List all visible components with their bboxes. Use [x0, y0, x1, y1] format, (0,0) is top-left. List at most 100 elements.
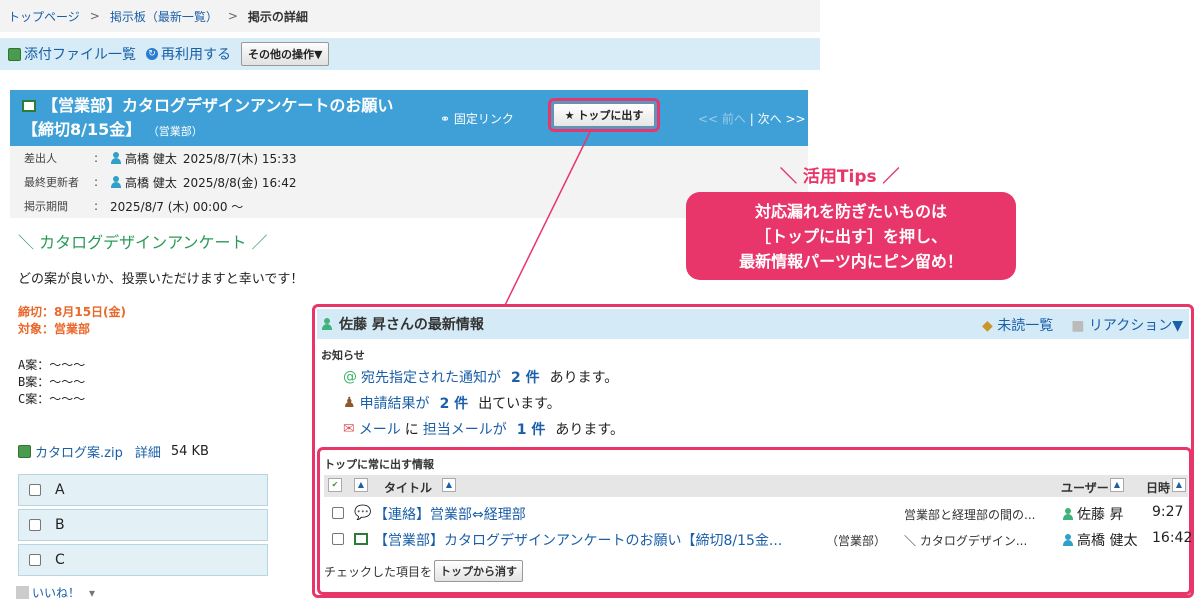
reuse-icon: ↻: [146, 48, 158, 60]
mail-link[interactable]: メール: [359, 419, 401, 439]
breadcrumb-top-link[interactable]: トップページ: [8, 8, 80, 25]
like-label: いいね！: [32, 586, 81, 600]
sort-user-button[interactable]: ▲: [1110, 478, 1124, 492]
attachment-link[interactable]: カタログ案.zip: [35, 442, 123, 461]
row-user[interactable]: 高橋 健太: [1062, 530, 1137, 550]
vote-checkbox[interactable]: [29, 519, 41, 531]
chat-icon: 💬: [354, 505, 372, 521]
unread-label: 未読一覧: [997, 318, 1054, 334]
reaction-link[interactable]: ■ リアクション▼: [1071, 315, 1183, 335]
mention-icon: @: [343, 369, 357, 385]
notice-tail: あります。: [549, 370, 619, 386]
table-row[interactable]: 【営業部】カタログデザインアンケートのお願い【締切8/15金... （営業部） …: [324, 526, 1192, 552]
bulletin-icon: [22, 100, 36, 112]
chevron-down-icon: ▾: [89, 585, 96, 600]
sender-user[interactable]: 高橋 健太: [110, 150, 177, 167]
attachment-detail-link[interactable]: 詳細: [135, 442, 161, 461]
attachments-link[interactable]: 添付ファイル一覧: [8, 44, 136, 64]
pinned-table-header: ✔ ▲ タイトル ▲ ユーザー ▲ 日時 ▲: [324, 475, 1188, 497]
nav-divider: |: [749, 112, 758, 126]
stamp-icon: ♟: [343, 395, 356, 411]
mention-notice-link[interactable]: 宛先指定された通知が: [361, 367, 501, 387]
remove-row: チェックした項目を トップから消す: [324, 560, 524, 582]
next-link[interactable]: 次へ >>: [758, 112, 806, 126]
breadcrumb-board-link[interactable]: 掲示板（最新一覧）: [110, 8, 218, 25]
plans-block: A案：〜〜〜 B案：〜〜〜 C案：〜〜〜: [18, 357, 85, 408]
user-icon: [110, 176, 122, 188]
deadline-block: 締切：8月15日(金) 対象：営業部: [18, 304, 126, 338]
prev-link[interactable]: << 前へ: [698, 112, 746, 126]
updater-name: 高橋 健太: [125, 175, 177, 190]
breadcrumb-separator: >: [227, 9, 238, 23]
unread-list-link[interactable]: ◆ 未読一覧: [982, 315, 1053, 335]
assigned-mail-link[interactable]: 担当メールが: [423, 419, 507, 439]
prev-next-nav: << 前へ | 次へ >>: [698, 110, 806, 127]
other-operations-button[interactable]: その他の操作▼: [241, 42, 330, 66]
row-time: 16:42: [1152, 530, 1193, 546]
vote-option[interactable]: B: [18, 509, 268, 541]
breadcrumb: トップページ > 掲示板（最新一覧） > 掲示の詳細: [0, 0, 820, 32]
row-user-name: 佐藤 昇: [1077, 507, 1124, 523]
vote-option[interactable]: A: [18, 474, 268, 506]
sort-time-button[interactable]: ▲: [1172, 478, 1186, 492]
tips-line: ［トップに出す］を押し、: [754, 227, 947, 246]
post-title-text: 【営業部】カタログデザインアンケートのお願い【締切8/15金】: [22, 96, 394, 139]
vote-option[interactable]: C: [18, 544, 268, 576]
row-checkbox[interactable]: [332, 507, 344, 519]
notice-row: ♟ 申請結果が 2 件 出ています。: [343, 393, 561, 413]
request-result-link[interactable]: 申請結果が: [360, 393, 430, 413]
plan-a: A案：〜〜〜: [18, 358, 86, 372]
col-time: 日時: [1146, 481, 1171, 495]
table-row[interactable]: 💬 【連絡】営業部⇔経理部 営業部と経理部の間の... 佐藤 昇 9:27: [324, 500, 1188, 526]
vote-checkbox[interactable]: [29, 554, 41, 566]
notice-tail: あります。: [555, 422, 624, 438]
notice-connector: に: [404, 422, 419, 438]
updated-at: 2025/8/8(金) 16:42: [182, 175, 297, 190]
reuse-link[interactable]: ↻ 再利用する: [146, 44, 231, 64]
sent-at: 2025/8/7(木) 15:33: [182, 151, 297, 166]
star-icon: ★: [564, 108, 575, 122]
pin-to-top-label: トップに出す: [577, 109, 644, 122]
row-summary: 営業部と経理部の間の...: [904, 508, 1036, 522]
updater-row: 最終更新者 : 高橋 健太 2025/8/8(金) 16:42: [10, 170, 808, 194]
row-title[interactable]: 【営業部】カタログデザインアンケートのお願い【締切8/15金...: [374, 530, 782, 550]
like-icon: [16, 586, 29, 599]
reaction-label: リアクション▼: [1088, 318, 1183, 334]
colon: :: [94, 199, 99, 213]
row-title[interactable]: 【連絡】営業部⇔経理部: [374, 504, 526, 524]
link-icon: ⚭: [440, 112, 451, 126]
period-value: 2025/8/7 (木) 00:00 〜: [110, 199, 244, 214]
sort-title-button[interactable]: ▲: [442, 478, 456, 492]
attachment-row: カタログ案.zip 詳細 54 KB: [18, 442, 209, 461]
row-title-link[interactable]: 【営業部】カタログデザインアンケートのお願い【締切8/15金...: [374, 533, 782, 549]
row-checkbox[interactable]: [332, 533, 344, 545]
updater-user[interactable]: 高橋 健太: [110, 174, 177, 191]
user-icon: [110, 152, 122, 164]
panel-header: 佐藤 昇さんの最新情報 ◆ 未読一覧 ■ リアクション▼: [317, 309, 1189, 339]
tips-bubble: 対応漏れを防ぎたいものは ［トップに出す］を押し、 最新情報パーツ内にピン留め！: [686, 192, 1016, 280]
tips-line: 最新情報パーツ内にピン留め！: [739, 252, 963, 271]
pin-button-highlight: ★ トップに出す: [548, 98, 660, 132]
bell-icon: ◆: [982, 318, 993, 334]
body-heading: ＼ カタログデザインアンケート ／: [18, 233, 268, 252]
period-label: 掲示期間: [24, 200, 68, 213]
vote-checkbox[interactable]: [29, 484, 41, 496]
row-title-link[interactable]: 【連絡】営業部⇔経理部: [374, 507, 526, 523]
post-title-bar: 【営業部】カタログデザインアンケートのお願い【締切8/15金】 （営業部） ⚭ 固…: [10, 90, 808, 146]
sort-up-icon[interactable]: ▲: [354, 478, 368, 492]
col-user: ユーザー: [1061, 481, 1109, 495]
reuse-label: 再利用する: [161, 47, 231, 63]
remove-from-top-button[interactable]: トップから消す: [434, 560, 524, 582]
like-button[interactable]: いいね！ ▾: [16, 584, 95, 601]
row-user[interactable]: 佐藤 昇: [1062, 504, 1123, 524]
notice-label: お知らせ: [321, 349, 365, 362]
pin-to-top-button[interactable]: ★ トップに出す: [553, 103, 655, 127]
zip-file-icon: [18, 445, 31, 458]
row-user-name: 高橋 健太: [1077, 533, 1138, 549]
check-all-button[interactable]: ✔: [328, 478, 342, 492]
plan-b: B案：〜〜〜: [18, 375, 86, 389]
panel-actions: ◆ 未読一覧 ■ リアクション▼: [982, 315, 1183, 335]
permalink-link[interactable]: ⚭ 固定リンク: [440, 110, 514, 127]
vote-option-label: C: [55, 552, 65, 568]
updater-label: 最終更新者: [24, 176, 79, 189]
